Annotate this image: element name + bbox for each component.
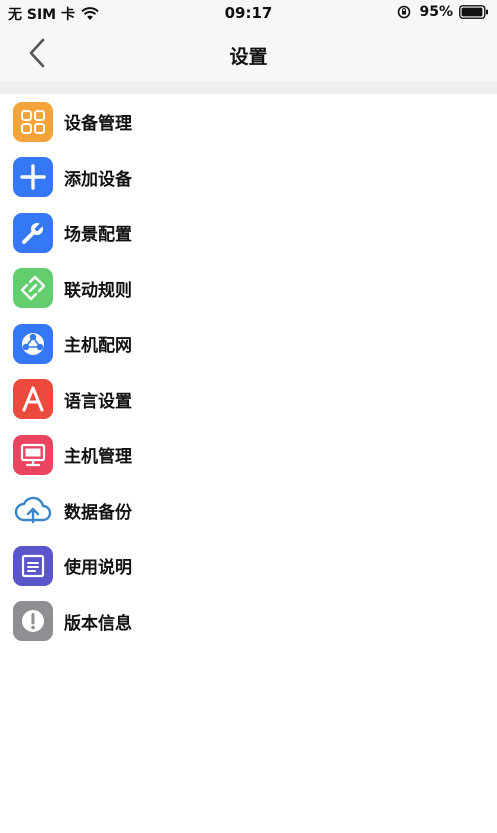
menu-item-label: 使用说明: [64, 558, 132, 579]
menu-item-label: 版本信息: [64, 613, 132, 634]
menu-item-label: 语言设置: [64, 391, 132, 412]
cloud-upload-icon: [13, 490, 53, 530]
menu-item-device-management[interactable]: 设备管理: [0, 94, 497, 150]
menu-item-user-guide[interactable]: 使用说明: [0, 538, 497, 594]
rotation-lock-icon: [398, 5, 411, 19]
menu-item-version-info[interactable]: 版本信息: [0, 594, 497, 650]
menu-item-label: 添加设备: [64, 169, 132, 190]
status-right: 95%: [397, 4, 489, 20]
info-icon: [13, 601, 53, 642]
document-icon: [13, 545, 53, 586]
wrench-icon: [13, 212, 53, 253]
menu-item-host-management[interactable]: 主机管理: [0, 427, 497, 483]
grid-icon: [13, 101, 53, 142]
menu-item-label: 主机配网: [64, 336, 132, 357]
menu-item-scene-config[interactable]: 场景配置: [0, 205, 497, 261]
settings-menu: 设备管理 添加设备 场景配置 联动规则 主机配网 语言设置 主机管理 数据备份 …: [0, 94, 497, 649]
letter-a-icon: [13, 379, 53, 420]
navigation-bar: 设置: [0, 24, 497, 82]
menu-item-language-settings[interactable]: 语言设置: [0, 372, 497, 428]
menu-item-label: 联动规则: [64, 280, 132, 301]
menu-item-label: 数据备份: [64, 502, 132, 523]
network-icon: [13, 323, 53, 364]
menu-item-data-backup[interactable]: 数据备份: [0, 483, 497, 539]
menu-item-label: 主机管理: [64, 447, 132, 468]
menu-item-linkage-rules[interactable]: 联动规则: [0, 261, 497, 317]
link-icon: [13, 268, 53, 309]
section-divider: [0, 82, 497, 94]
menu-item-host-network[interactable]: 主机配网: [0, 316, 497, 372]
battery-icon: [459, 5, 488, 19]
menu-item-label: 场景配置: [64, 225, 132, 246]
status-bar: 无 SIM 卡 09:17 95%: [0, 0, 497, 24]
plus-icon: [13, 157, 53, 198]
monitor-icon: [13, 434, 53, 475]
menu-item-add-device[interactable]: 添加设备: [0, 150, 497, 206]
page-title: 设置: [229, 46, 268, 68]
menu-item-label: 设备管理: [64, 114, 132, 135]
battery-percent: 95%: [419, 4, 453, 20]
